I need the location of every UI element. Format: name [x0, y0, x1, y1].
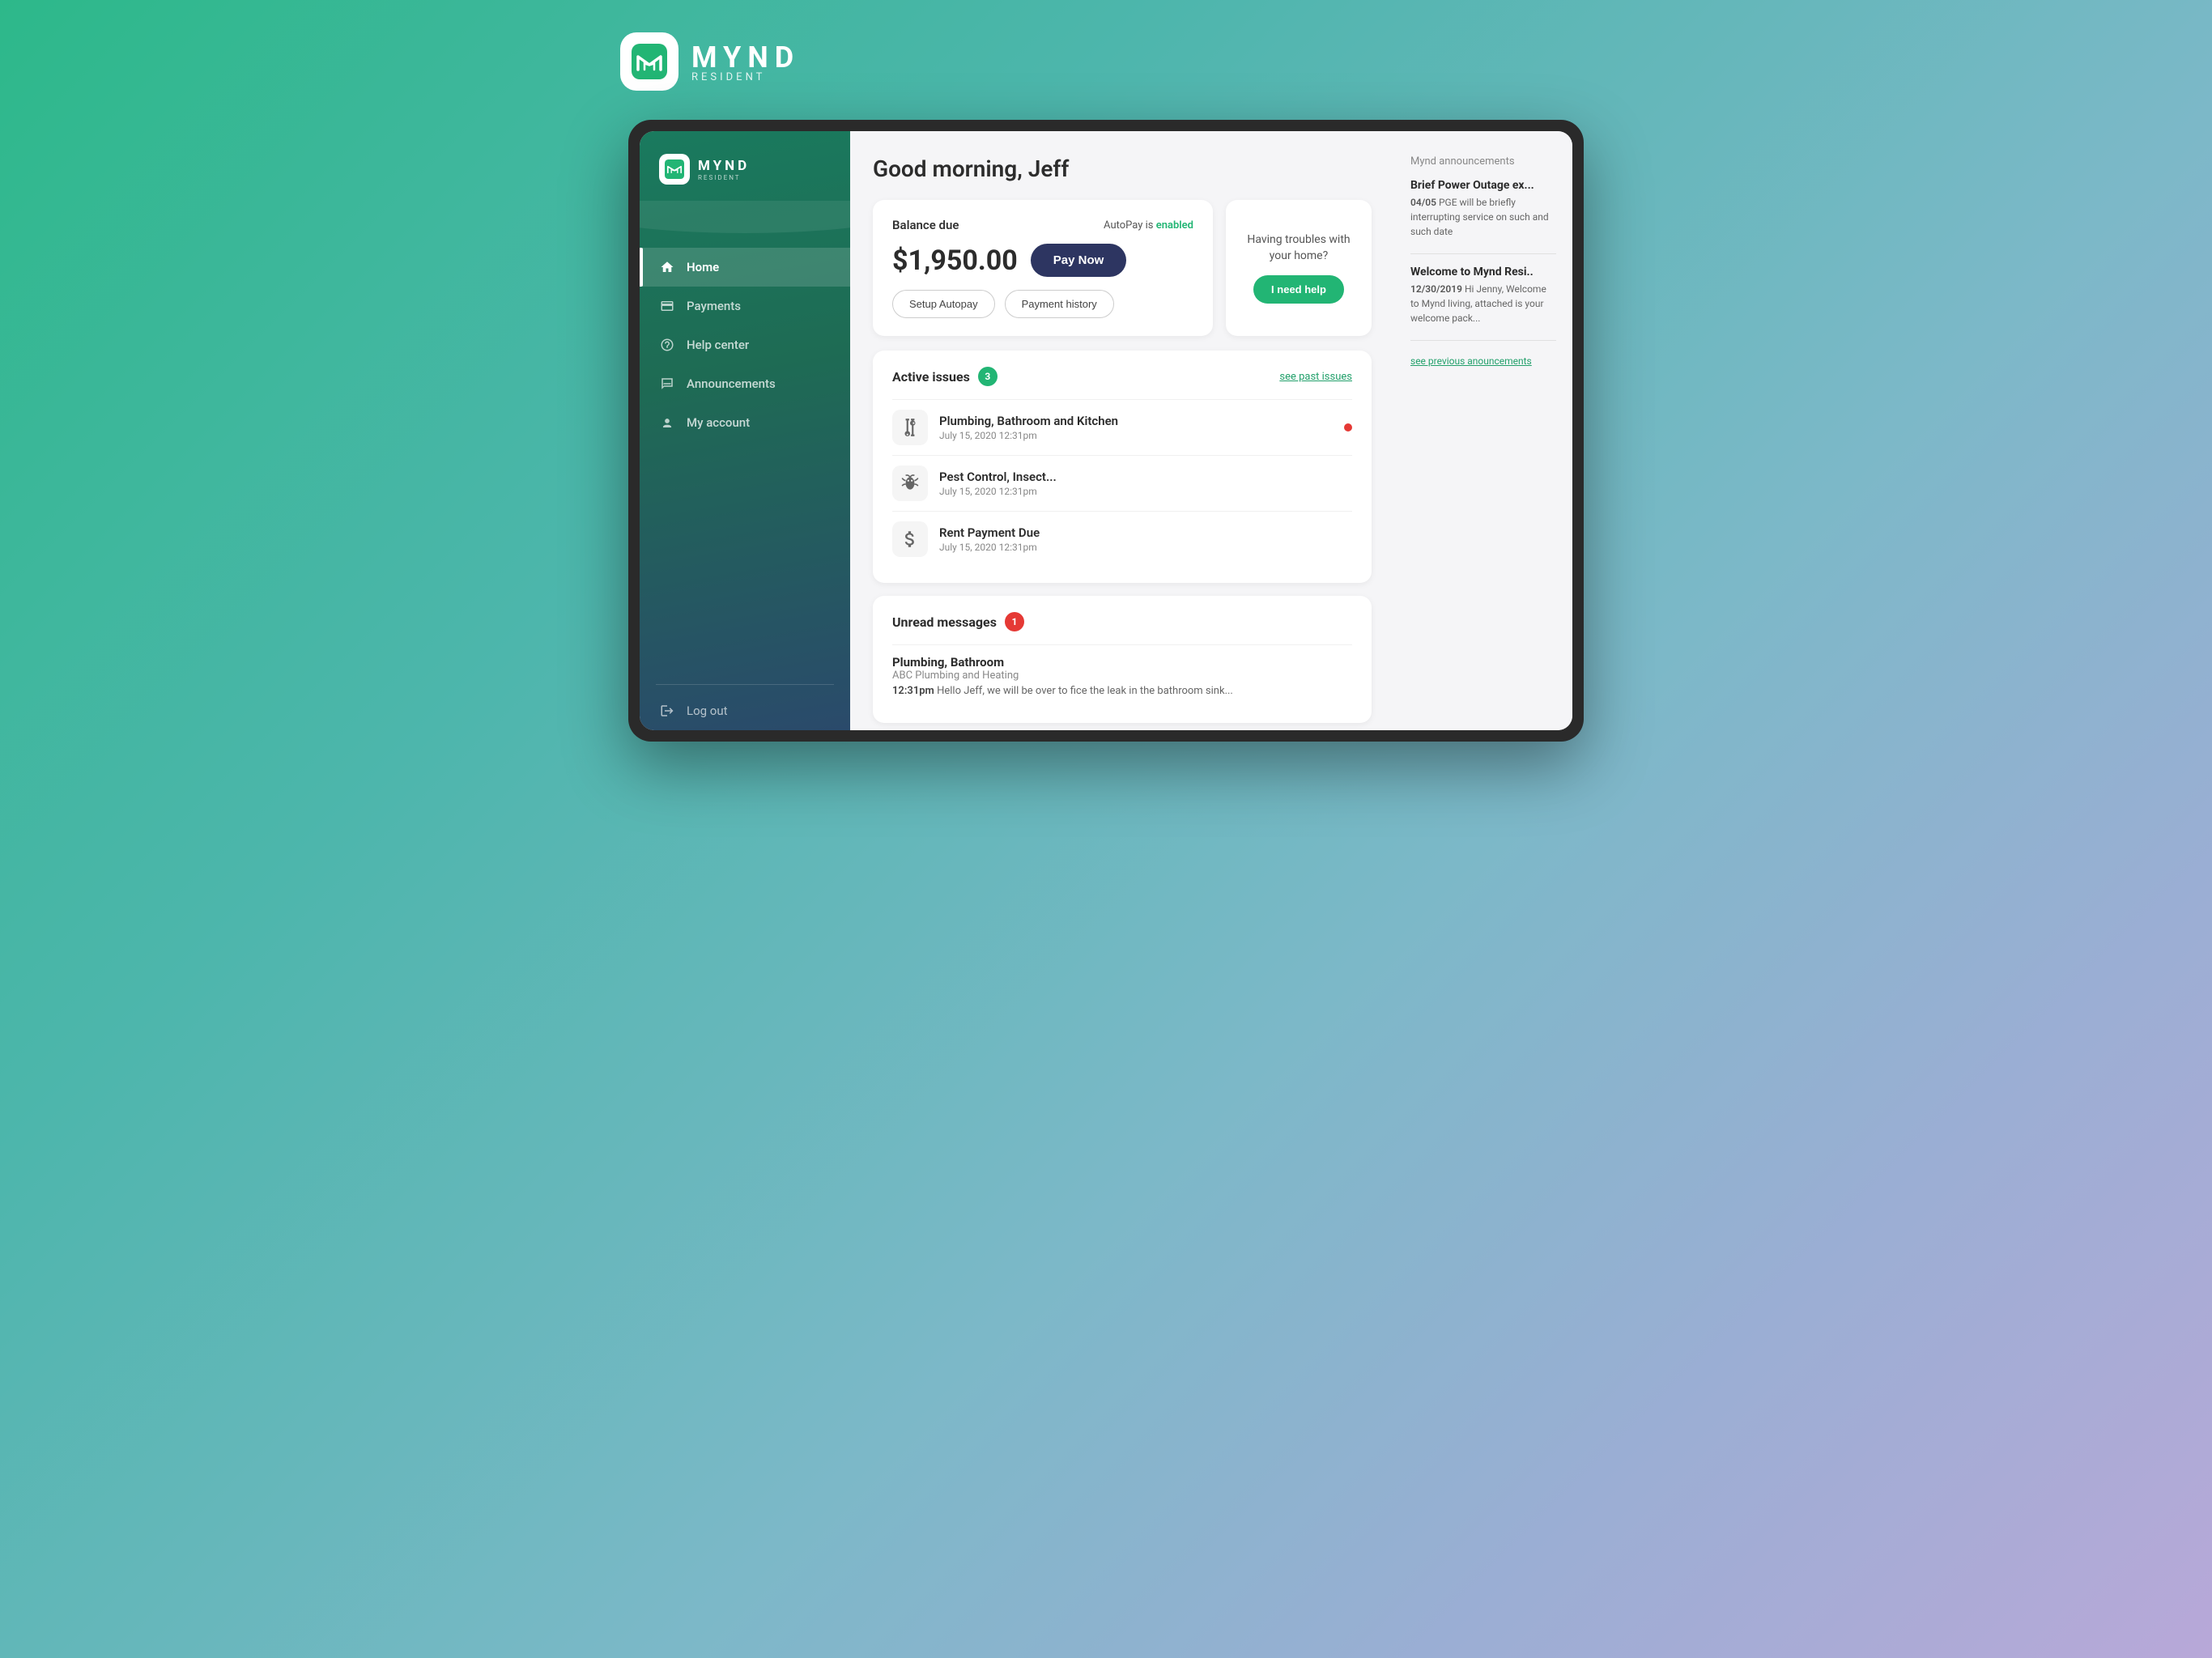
- issue-info-plumbing: Plumbing, Bathroom and Kitchen July 15, …: [939, 414, 1333, 441]
- msg-company: ABC Plumbing and Heating: [892, 670, 1352, 682]
- messages-title-row: Unread messages 1: [892, 612, 1024, 631]
- active-issues-card: Active issues 3 see past issues Plumbing…: [873, 351, 1372, 583]
- help-icon: [659, 337, 675, 353]
- sidebar-announcements-label: Announcements: [687, 376, 776, 391]
- sidebar-item-home[interactable]: Home: [640, 248, 850, 287]
- balance-actions: Setup Autopay Payment history: [892, 290, 1193, 318]
- sidebar-logo: MYND RESIDENT: [640, 131, 850, 201]
- ann-body-1: 12/30/2019 Hi Jenny, Welcome to Mynd liv…: [1410, 282, 1556, 325]
- sidebar: MYND RESIDENT Home Payments: [640, 131, 850, 730]
- issue-info-pest: Pest Control, Insect... July 15, 2020 12…: [939, 470, 1352, 497]
- account-icon: [659, 414, 675, 431]
- issue-item-rent[interactable]: Rent Payment Due July 15, 2020 12:31pm: [892, 511, 1352, 567]
- top-brand-bar: MYND RESIDENT: [620, 32, 1592, 91]
- messages-count-badge: 1: [1005, 612, 1024, 631]
- issue-title-plumbing: Plumbing, Bathroom and Kitchen: [939, 414, 1333, 428]
- issue-info-rent: Rent Payment Due July 15, 2020 12:31pm: [939, 525, 1352, 553]
- issues-title: Active issues: [892, 369, 970, 385]
- msg-preview: 12:31pm Hello Jeff, we will be over to f…: [892, 685, 1352, 697]
- issues-count-badge: 3: [978, 367, 998, 386]
- ann-divider-2: [1410, 340, 1556, 341]
- ann-body-0: 04/05 PGE will be briefly interrupting s…: [1410, 195, 1556, 239]
- sidebar-brand-text: MYND RESIDENT: [698, 158, 750, 181]
- ann-title-0: Brief Power Outage ex...: [1410, 179, 1556, 192]
- sidebar-item-payments[interactable]: Payments: [640, 287, 850, 325]
- messages-header: Unread messages 1: [892, 612, 1352, 631]
- top-row: Balance due AutoPay is enabled $1,950.00…: [873, 200, 1372, 336]
- issues-title-row: Active issues 3: [892, 367, 998, 386]
- brand-subtitle: RESIDENT: [691, 71, 800, 83]
- help-card: Having troubles with your home? I need h…: [1226, 200, 1372, 336]
- sidebar-item-announcements[interactable]: Announcements: [640, 364, 850, 403]
- tablet-frame: MYND RESIDENT Home Payments: [628, 120, 1584, 742]
- balance-header: Balance due AutoPay is enabled: [892, 218, 1193, 232]
- autopay-status: AutoPay is enabled: [1104, 219, 1193, 232]
- sidebar-account-label: My account: [687, 415, 750, 430]
- sidebar-brand-resident: RESIDENT: [698, 174, 750, 181]
- balance-card: Balance due AutoPay is enabled $1,950.00…: [873, 200, 1213, 336]
- i-need-help-button[interactable]: I need help: [1253, 275, 1344, 304]
- logout-button[interactable]: Log out: [640, 691, 850, 730]
- sidebar-logo-box: [659, 154, 690, 185]
- payments-icon: [659, 298, 675, 314]
- issue-item-pest[interactable]: Pest Control, Insect... July 15, 2020 12…: [892, 455, 1352, 511]
- ann-title-1: Welcome to Mynd Resi..: [1410, 266, 1556, 278]
- issue-date-plumbing: July 15, 2020 12:31pm: [939, 430, 1333, 441]
- messages-title: Unread messages: [892, 614, 997, 630]
- ann-date-0: 04/05: [1410, 197, 1436, 208]
- help-text: Having troubles with your home?: [1242, 232, 1355, 264]
- announcements-section-title: Mynd announcements: [1410, 155, 1556, 168]
- sidebar-brand-mynd: MYND: [698, 158, 750, 174]
- sidebar-item-my-account[interactable]: My account: [640, 403, 850, 442]
- sidebar-payments-label: Payments: [687, 299, 741, 313]
- balance-row: $1,950.00 Pay Now: [892, 244, 1193, 277]
- balance-label: Balance due: [892, 218, 959, 232]
- main-content: Good morning, Jeff Balance due AutoPay i…: [850, 131, 1394, 730]
- logout-icon: [659, 703, 675, 719]
- msg-sender: Plumbing, Bathroom: [892, 655, 1352, 670]
- sidebar-help-label: Help center: [687, 338, 749, 352]
- page-greeting: Good morning, Jeff: [873, 155, 1372, 182]
- sidebar-wave-decoration: [640, 201, 850, 241]
- issue-date-pest: July 15, 2020 12:31pm: [939, 486, 1352, 497]
- rent-icon: [892, 521, 928, 557]
- autopay-enabled: enabled: [1156, 219, 1193, 232]
- brand-mynd: MYND: [691, 40, 800, 74]
- msg-body: Hello Jeff, we will be over to fice the …: [937, 685, 1233, 697]
- pest-icon: [892, 466, 928, 501]
- sidebar-nav: Home Payments Help center: [640, 248, 850, 678]
- issues-header: Active issues 3 see past issues: [892, 367, 1352, 386]
- payment-history-button[interactable]: Payment history: [1005, 290, 1114, 318]
- issue-date-rent: July 15, 2020 12:31pm: [939, 542, 1352, 553]
- unread-messages-card: Unread messages 1 Plumbing, Bathroom ABC…: [873, 596, 1372, 723]
- announcement-item-1[interactable]: Welcome to Mynd Resi.. 12/30/2019 Hi Jen…: [1410, 266, 1556, 325]
- issue-title-pest: Pest Control, Insect...: [939, 470, 1352, 484]
- sidebar-home-label: Home: [687, 260, 719, 274]
- balance-amount: $1,950.00: [892, 244, 1018, 277]
- setup-autopay-button[interactable]: Setup Autopay: [892, 290, 995, 318]
- brand-logo: [620, 32, 678, 91]
- pay-now-button[interactable]: Pay Now: [1031, 244, 1127, 277]
- issue-item-plumbing[interactable]: Plumbing, Bathroom and Kitchen July 15, …: [892, 399, 1352, 455]
- logout-label: Log out: [687, 704, 728, 718]
- issue-active-dot: [1344, 423, 1352, 432]
- message-item-plumbing[interactable]: Plumbing, Bathroom ABC Plumbing and Heat…: [892, 644, 1352, 707]
- see-prev-link[interactable]: see previous anouncements: [1410, 355, 1532, 367]
- announcements-icon: [659, 376, 675, 392]
- ann-divider: [1410, 253, 1556, 254]
- msg-time: 12:31pm: [892, 685, 934, 697]
- ann-date-1: 12/30/2019: [1410, 283, 1462, 295]
- plumbing-icon: [892, 410, 928, 445]
- sidebar-divider: [656, 684, 834, 685]
- sidebar-item-help-center[interactable]: Help center: [640, 325, 850, 364]
- tablet-inner: MYND RESIDENT Home Payments: [640, 131, 1572, 730]
- right-panel: Mynd announcements Brief Power Outage ex…: [1394, 131, 1572, 730]
- announcement-item-0[interactable]: Brief Power Outage ex... 04/05 PGE will …: [1410, 179, 1556, 239]
- home-icon: [659, 259, 675, 275]
- issue-title-rent: Rent Payment Due: [939, 525, 1352, 540]
- brand-name-text: MYND RESIDENT: [691, 40, 800, 83]
- see-past-issues-link[interactable]: see past issues: [1279, 371, 1352, 383]
